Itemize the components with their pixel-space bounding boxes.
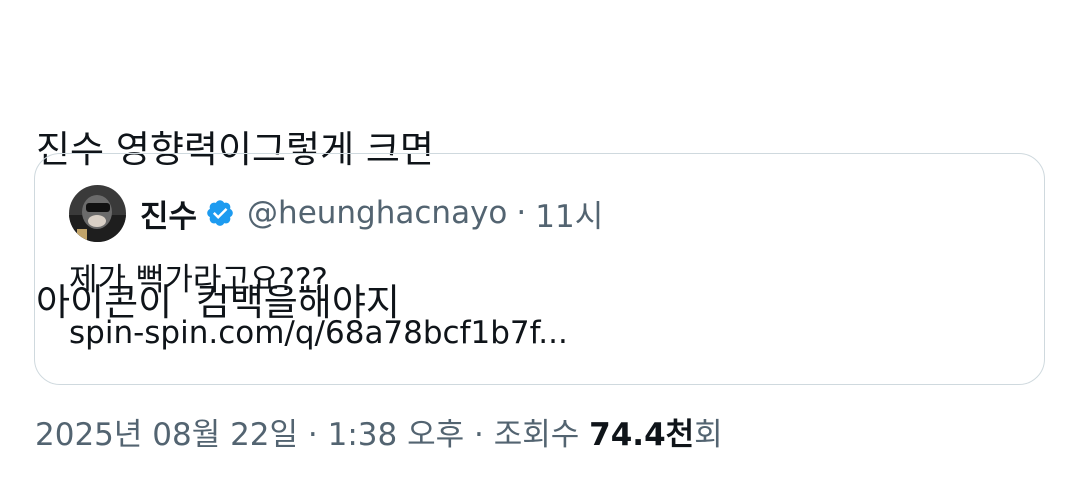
post-timestamp[interactable]: 1:38 오후 xyxy=(328,417,465,453)
separator-dot: · xyxy=(307,417,318,453)
post-date[interactable]: 2025년 08월 22일 xyxy=(35,417,298,453)
views-count: 74.4천 xyxy=(589,417,695,453)
quoted-post-header: 진수 @heunghacnayo · 11시 xyxy=(69,184,603,242)
separator-dot: · xyxy=(474,417,484,453)
display-name[interactable]: 진수 xyxy=(140,191,197,236)
user-handle[interactable]: @heunghacnayo xyxy=(247,195,507,231)
views-suffix: 회 xyxy=(694,417,723,453)
separator-dot: · xyxy=(516,195,527,231)
quoted-post-link[interactable]: spin-spin.com/q/68a78bcf1b7f... xyxy=(69,307,568,360)
quoted-post-card[interactable]: 진수 @heunghacnayo · 11시 제가 뻑가라고요??? spin-… xyxy=(34,153,1045,385)
quoted-post-body: 제가 뻑가라고요??? spin-spin.com/q/68a78bcf1b7f… xyxy=(69,254,568,360)
quoted-post-text: 제가 뻑가라고요??? xyxy=(69,262,328,298)
avatar[interactable] xyxy=(69,184,126,242)
post-metadata: 2025년 08월 22일 · 1:38 오후 · 조회수 74.4천회 xyxy=(35,409,723,454)
verified-badge-icon xyxy=(205,198,235,228)
views-label: 조회수 xyxy=(493,417,580,453)
post-time[interactable]: 11시 xyxy=(535,191,603,236)
